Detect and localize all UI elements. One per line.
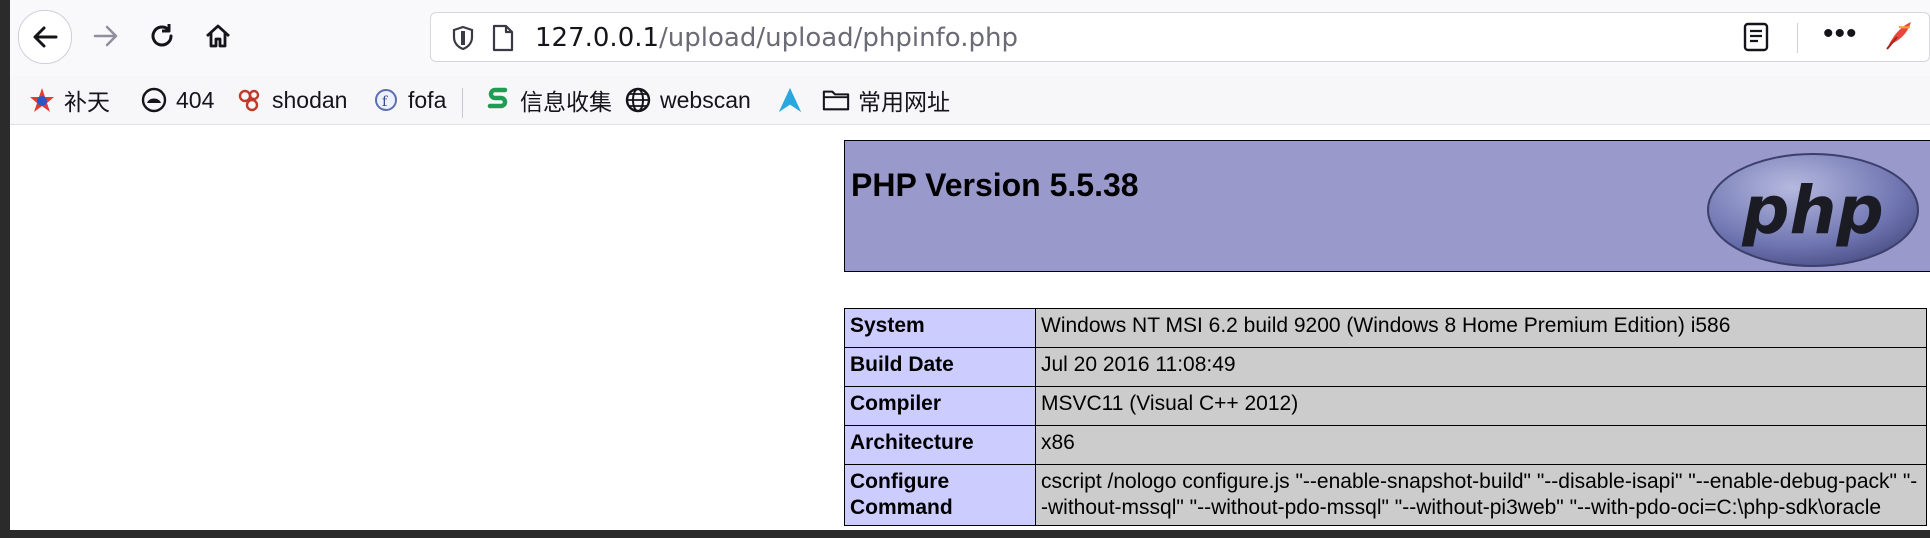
table-row: System Windows NT MSI 6.2 build 9200 (Wi… bbox=[844, 308, 1927, 348]
bookmark-label: fofa bbox=[408, 86, 447, 113]
a-logo-icon bbox=[776, 86, 804, 114]
row-key: Configure Command bbox=[844, 464, 1036, 526]
reload-button[interactable] bbox=[136, 10, 188, 62]
row-key: Architecture bbox=[844, 425, 1036, 465]
bookmark-label: 404 bbox=[176, 86, 215, 113]
bookmark-fofa[interactable]: f fofa bbox=[372, 82, 446, 118]
bookmark-common-sites[interactable]: 常用网址 bbox=[822, 82, 950, 118]
bookmark-404[interactable]: 404 bbox=[140, 82, 214, 118]
bookmark-webscan[interactable]: webscan bbox=[624, 82, 751, 118]
php-logo-icon[interactable]: php bbox=[1705, 151, 1921, 269]
address-bar[interactable]: 127.0.0.1/upload/upload/phpinfo.php ••• bbox=[430, 12, 1930, 62]
more-icon[interactable]: ••• bbox=[1823, 17, 1858, 51]
bookmark-label: shodan bbox=[272, 86, 348, 113]
quill-icon[interactable] bbox=[1881, 19, 1915, 53]
bookmark-info-gathering[interactable]: 信息收集 bbox=[484, 82, 612, 118]
row-key: Build Date bbox=[844, 347, 1036, 387]
url-host: 127.0.0.1 bbox=[535, 23, 660, 53]
home-icon bbox=[206, 24, 230, 48]
reload-icon bbox=[151, 24, 173, 47]
url-text[interactable]: 127.0.0.1/upload/upload/phpinfo.php bbox=[535, 23, 1018, 53]
bookmark-label: webscan bbox=[660, 86, 751, 113]
bookmark-label: 常用网址 bbox=[858, 89, 950, 115]
folder-icon bbox=[822, 86, 850, 114]
reader-icon[interactable] bbox=[1741, 21, 1771, 53]
bookmark-shodan[interactable]: shodan bbox=[236, 82, 347, 118]
back-button[interactable] bbox=[18, 10, 72, 64]
table-row: Compiler MSVC11 (Visual C++ 2012) bbox=[844, 386, 1927, 426]
row-value: Windows NT MSI 6.2 build 9200 (Windows 8… bbox=[1035, 308, 1927, 348]
row-value: cscript /nologo configure.js "--enable-s… bbox=[1035, 464, 1927, 526]
bookmark-label: 信息收集 bbox=[520, 89, 612, 115]
browser-window: 127.0.0.1/upload/upload/phpinfo.php ••• … bbox=[10, 0, 1930, 530]
page-title: PHP Version 5.5.38 bbox=[851, 167, 1139, 203]
row-value: Jul 20 2016 11:08:49 bbox=[1035, 347, 1927, 387]
home-button[interactable] bbox=[192, 10, 244, 62]
back-icon bbox=[33, 26, 58, 48]
shodan-icon bbox=[236, 86, 264, 114]
phpinfo-table: System Windows NT MSI 6.2 build 9200 (Wi… bbox=[844, 308, 1927, 526]
forward-button[interactable] bbox=[80, 10, 132, 62]
shield-icon[interactable] bbox=[451, 25, 475, 51]
s-icon bbox=[484, 86, 512, 114]
table-row: Configure Command cscript /nologo config… bbox=[844, 464, 1927, 526]
phpinfo-header: PHP Version 5.5.38 php bbox=[844, 140, 1930, 272]
helmet-icon bbox=[140, 86, 168, 114]
row-value: MSVC11 (Visual C++ 2012) bbox=[1035, 386, 1927, 426]
fofa-icon: f bbox=[372, 86, 400, 114]
row-value: x86 bbox=[1035, 425, 1927, 465]
row-key: Compiler bbox=[844, 386, 1036, 426]
urlbar-separator bbox=[1797, 23, 1798, 53]
table-row: Build Date Jul 20 2016 11:08:49 bbox=[844, 347, 1927, 387]
row-key: System bbox=[844, 308, 1036, 348]
toolbar: 127.0.0.1/upload/upload/phpinfo.php ••• bbox=[10, 0, 1930, 76]
php-logo-text: php bbox=[1741, 172, 1883, 249]
bookmark-label: 补天 bbox=[64, 89, 110, 115]
url-path: /upload/upload/phpinfo.php bbox=[659, 23, 1018, 53]
bookmark-butian[interactable]: 补天 bbox=[28, 82, 110, 118]
bookmarks-bar: 补天 404 shodan f fofa 信息收集 webscan 常用网址 bbox=[10, 76, 1930, 125]
star-icon bbox=[28, 86, 56, 114]
page-icon[interactable] bbox=[491, 24, 515, 52]
bookmark-a-logo[interactable] bbox=[776, 82, 812, 118]
forward-icon bbox=[93, 25, 118, 47]
globe-icon bbox=[624, 86, 652, 114]
bookmarks-separator bbox=[462, 88, 463, 118]
table-row: Architecture x86 bbox=[844, 425, 1927, 465]
